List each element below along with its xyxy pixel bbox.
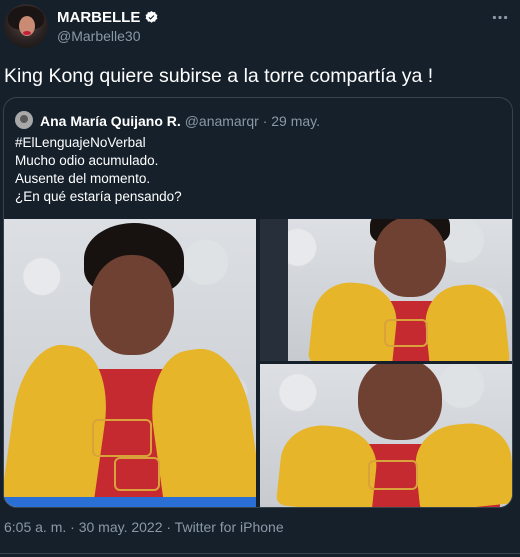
divider [0,553,520,554]
media-photo-1[interactable] [4,219,256,507]
quoted-meta: @anamarqr · 29 may. [180,113,321,129]
quoted-author-avatar[interactable] [15,111,33,129]
quoted-author-name: Ana María Quijano R. [40,113,181,129]
author-handle[interactable]: @Marbelle30 [57,28,140,44]
verified-badge-icon [144,10,159,25]
quoted-text: #ElLenguajeNoVerbal Mucho odio acumulado… [15,134,182,206]
quoted-header: Ana María Quijano R. @anamarqr · 29 may. [40,113,320,129]
author-name-row: MARBELLE [57,9,159,26]
more-options-icon[interactable] [492,4,508,25]
media-grid [4,219,512,507]
quoted-line: Ausente del momento. [15,171,151,186]
tweet-text: King Kong quiere subirse a la torre comp… [4,65,434,87]
quoted-line: ¿En qué estaría pensando? [15,189,182,204]
author-avatar[interactable] [4,4,48,48]
quoted-line: Mucho odio acumulado. [15,153,159,168]
tweet-timestamp[interactable]: 6:05 a. m. · 30 may. 2022 · Twitter for … [4,519,284,535]
quoted-line: #ElLenguajeNoVerbal [15,135,146,150]
media-photo-2[interactable] [260,219,512,361]
quoted-tweet[interactable]: Ana María Quijano R. @anamarqr · 29 may.… [3,97,513,508]
author-display-name[interactable]: MARBELLE [57,9,140,26]
media-photo-3[interactable] [260,364,512,507]
